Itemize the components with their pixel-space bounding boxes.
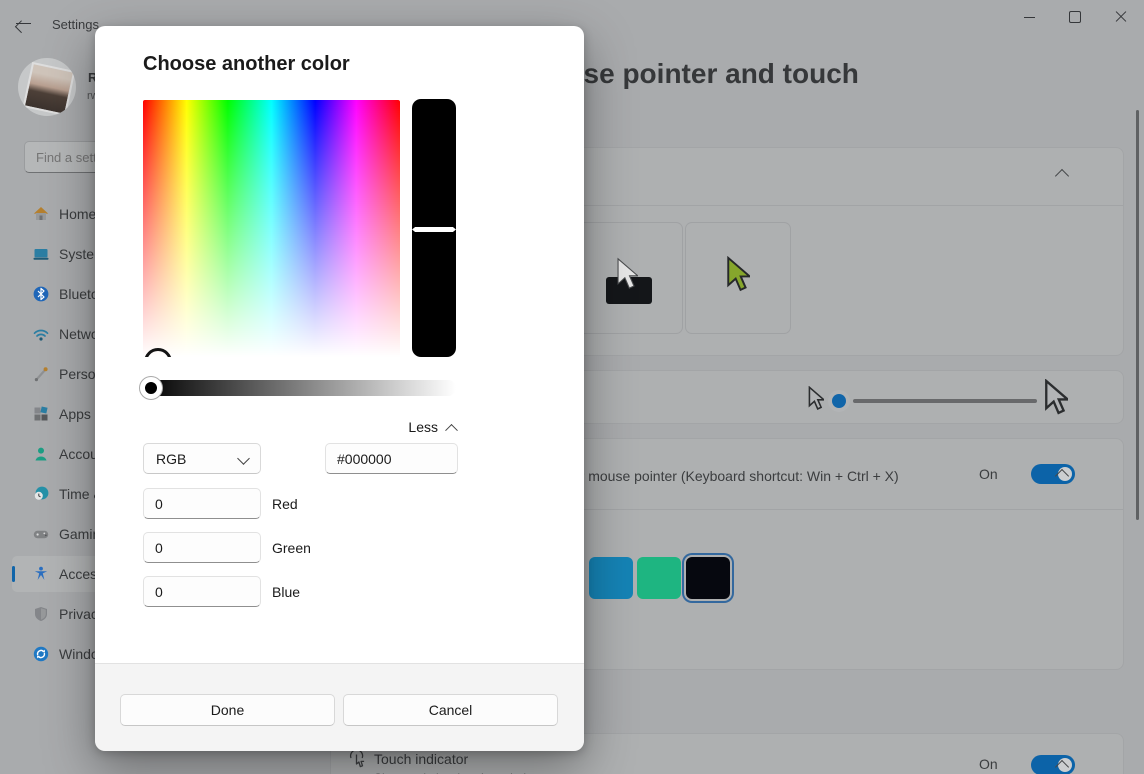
pointer-style-option-custom[interactable] (685, 222, 791, 334)
blue-input[interactable] (143, 576, 261, 607)
settings-window: Settings R rw Home System Bluetooth & de… (0, 0, 1144, 774)
back-arrow-icon (14, 16, 32, 34)
color-swatch-black-selected[interactable] (686, 557, 730, 599)
minimize-button[interactable] (1006, 0, 1052, 34)
paintbrush-icon (34, 367, 48, 382)
color-format-value: RGB (156, 450, 187, 467)
green-cursor-icon (727, 256, 750, 292)
chevron-up-icon (445, 423, 458, 437)
scrollbar[interactable] (1136, 110, 1139, 520)
done-button[interactable]: Done (120, 694, 335, 726)
minimize-icon (1023, 16, 1035, 18)
chevron-down-icon (237, 452, 250, 465)
toggle-state-label: On (979, 756, 998, 772)
home-icon (33, 207, 49, 220)
app-title: Settings (52, 17, 99, 32)
bluetooth-icon (33, 286, 49, 302)
choose-color-dialog: Choose another color Less RGB Red Green … (95, 26, 584, 751)
size-slider-thumb[interactable] (832, 394, 846, 408)
saturation-picker[interactable] (143, 100, 400, 357)
size-slider-track[interactable] (853, 399, 1037, 403)
clock-icon (34, 486, 49, 500)
color-selection-ring[interactable] (144, 348, 172, 357)
hex-input[interactable] (325, 443, 458, 474)
update-icon (33, 646, 49, 662)
avatar-photo (22, 61, 76, 116)
small-cursor-icon (808, 386, 824, 410)
close-icon (1115, 11, 1127, 23)
blue-label: Blue (272, 584, 301, 600)
accessibility-icon (34, 566, 48, 580)
pointer-style-option-inverted[interactable] (577, 222, 683, 334)
apps-icon (34, 406, 48, 421)
back-button[interactable] (14, 16, 32, 34)
sidebar-item-label: Home (59, 206, 97, 222)
dialog-footer: Done Cancel (95, 663, 584, 751)
pointer-color-toggle[interactable] (1031, 464, 1075, 484)
touch-indicator-toggle[interactable] (1031, 755, 1075, 774)
shade-slider-thumb[interactable] (140, 377, 162, 399)
touch-indicator-label: Touch indicator (374, 751, 469, 767)
avatar[interactable] (18, 58, 76, 116)
maximize-button[interactable] (1052, 0, 1098, 34)
shield-icon (35, 607, 47, 621)
close-button[interactable] (1098, 0, 1144, 34)
large-cursor-icon (1045, 379, 1068, 415)
maximize-icon (1069, 11, 1081, 23)
color-format-dropdown[interactable]: RGB (143, 443, 261, 474)
less-button[interactable]: Less (408, 419, 458, 437)
toggle-state-label: On (979, 466, 998, 482)
shade-slider[interactable] (140, 377, 456, 399)
wifi-icon (33, 329, 49, 341)
system-icon (33, 249, 49, 260)
dialog-title: Choose another color (143, 53, 350, 75)
value-slider-thumb[interactable] (412, 227, 456, 232)
green-label: Green (272, 540, 311, 556)
value-slider[interactable] (412, 99, 456, 357)
color-swatch-blue[interactable] (589, 557, 633, 599)
red-input[interactable] (143, 488, 261, 519)
red-label: Red (272, 496, 298, 512)
selected-indicator (12, 566, 15, 582)
less-label: Less (408, 419, 438, 435)
touch-icon (349, 749, 365, 768)
white-cursor-icon (617, 257, 638, 289)
sidebar-item-label: Apps (59, 406, 91, 422)
cancel-button[interactable]: Cancel (343, 694, 558, 726)
green-input[interactable] (143, 532, 261, 563)
chevron-up-icon[interactable] (1054, 168, 1070, 184)
person-icon (35, 447, 47, 461)
gamepad-icon (33, 530, 49, 539)
color-swatch-green[interactable] (637, 557, 681, 599)
